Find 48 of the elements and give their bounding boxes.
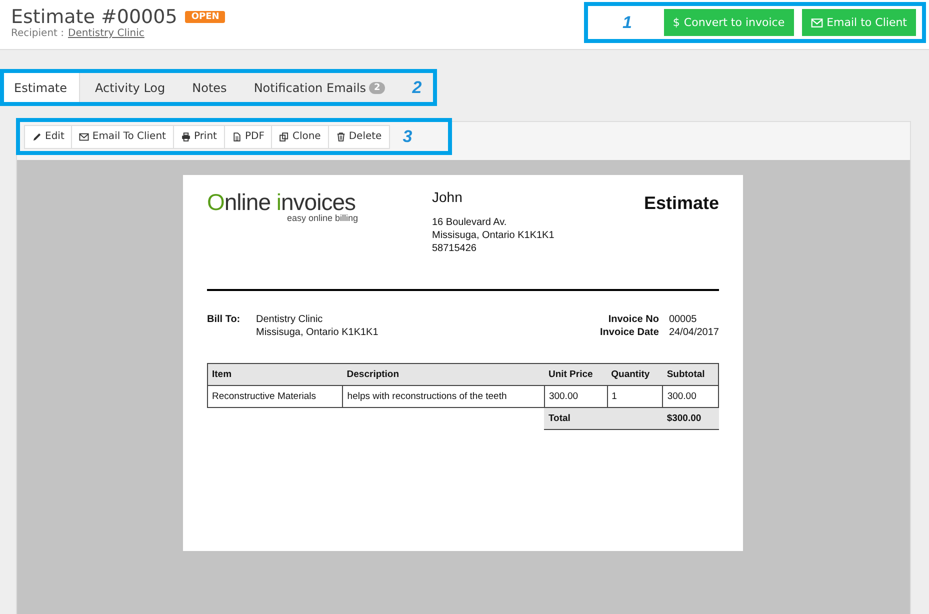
total-label: Total	[544, 408, 663, 430]
table-cell: helps with reconstructions of the teeth	[342, 386, 544, 408]
recipient-link[interactable]: Dentistry Clinic	[68, 28, 144, 39]
page-title: Estimate #00005	[11, 6, 178, 28]
logo: Online invoices easy online billing	[207, 189, 360, 225]
sender-address-line: 58715426	[432, 242, 478, 255]
callout-number: 1	[622, 12, 632, 32]
email-button[interactable]: Email To Client	[71, 124, 174, 148]
column-header: Description	[342, 364, 544, 386]
bill-to-line: Missisuga, Ontario K1K1K1	[256, 326, 380, 339]
print-button[interactable]: Print	[172, 124, 225, 148]
sender-address-line: Missisuga, Ontario K1K1K1	[432, 229, 556, 242]
meta-label: Invoice Date	[600, 326, 659, 339]
bill-to-line: Dentistry Clinic	[256, 313, 324, 326]
table-cell: Reconstructive Materials	[208, 386, 343, 408]
pdf-button[interactable]: PDF	[224, 124, 272, 148]
printer-icon	[180, 132, 191, 142]
copy-icon	[279, 132, 290, 142]
callout-number: 2	[412, 78, 422, 98]
tab[interactable]: Notes	[182, 73, 239, 102]
meta-value: 00005	[668, 313, 698, 326]
pencil-icon	[32, 132, 42, 142]
envelope-icon	[810, 16, 823, 28]
sender-address-line: 16 Boulevard Av.	[432, 216, 508, 229]
status-badge: OPEN	[185, 11, 226, 23]
sender-name: John	[432, 191, 464, 204]
dollar-icon: $	[672, 16, 680, 29]
total-value: $300.00	[662, 408, 718, 430]
count-badge: 2	[369, 82, 386, 94]
column-header: Unit Price	[544, 364, 608, 386]
delete-button[interactable]: Delete	[328, 124, 390, 148]
column-header: Item	[208, 364, 343, 386]
callout-number: 3	[402, 126, 412, 146]
meta-value: 24/04/2017	[668, 326, 719, 339]
tab[interactable]: Activity Log	[85, 73, 178, 102]
recipient-label: Recipient :	[11, 28, 64, 39]
meta-label: Invoice No	[607, 313, 659, 326]
trash-icon	[336, 132, 346, 142]
tab[interactable]: Estimate	[4, 73, 80, 102]
edit-button[interactable]: Edit	[24, 124, 72, 148]
bill-to-label: Bill To:	[207, 313, 242, 327]
envelope-icon	[79, 132, 90, 142]
document-title: Estimate	[644, 193, 719, 215]
column-header: Quantity	[607, 364, 663, 386]
column-header: Subtotal	[662, 364, 718, 386]
document-icon	[232, 132, 242, 142]
tab[interactable]: Notification Emails 2	[244, 73, 398, 102]
clone-button[interactable]: Clone	[271, 124, 329, 148]
